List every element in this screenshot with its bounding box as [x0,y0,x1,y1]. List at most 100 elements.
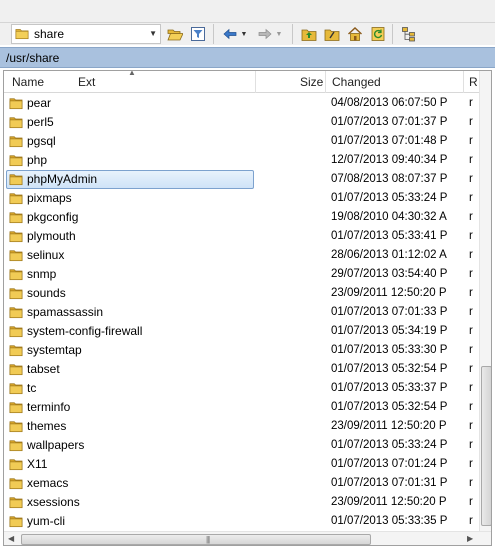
back-button[interactable] [220,24,240,44]
scroll-left-icon[interactable]: ◀ [8,534,14,543]
file-rights: r [469,515,473,527]
open-folder-button[interactable] [165,24,185,44]
toolbar: share ▼ ▼ ▼ [0,0,495,45]
folder-icon [9,382,23,398]
home-button[interactable] [345,24,365,44]
root-directory-button[interactable] [322,24,342,44]
chevron-down-icon[interactable]: ▼ [149,29,157,38]
file-rights: r [469,268,473,280]
file-changed: 01/07/2013 07:01:24 P [331,458,448,470]
file-changed: 01/07/2013 07:01:37 P [331,116,448,128]
file-row[interactable]: snmp 29/07/2013 03:54:40 P r [4,265,479,284]
arrow-left-icon [223,28,237,40]
file-rights: r [469,439,473,451]
file-row[interactable]: selinux 28/06/2013 01:12:02 A r [4,246,479,265]
file-changed: 01/07/2013 07:01:31 P [331,477,448,489]
column-size[interactable]: Size [300,71,323,93]
file-row[interactable]: system-config-firewall 01/07/2013 05:34:1… [4,322,479,341]
forward-history-dropdown[interactable]: ▼ [273,24,285,44]
parent-directory-button[interactable] [299,24,319,44]
location-value: share [34,27,65,41]
file-name: xemacs [27,476,69,490]
folder-icon [9,268,23,284]
tree-view-button[interactable] [399,24,419,44]
arrow-right-icon [258,28,272,40]
file-row[interactable]: plymouth 01/07/2013 05:33:41 P r [4,227,479,246]
file-row[interactable]: php 12/07/2013 09:40:34 P r [4,151,479,170]
path-bar[interactable]: /usr/share [0,47,495,68]
file-row[interactable]: pear 04/08/2013 06:07:50 P r [4,94,479,113]
folder-icon [9,173,23,189]
file-row[interactable]: phpMyAdmin 07/08/2013 08:07:37 P r [4,170,479,189]
folder-icon [9,458,23,474]
scroll-right-icon[interactable]: ▶ [467,534,473,543]
column-divider[interactable] [255,71,256,93]
file-name: phpMyAdmin [27,172,98,186]
file-rights: r [469,192,473,204]
forward-button[interactable] [255,24,275,44]
folder-icon [9,135,23,151]
refresh-button[interactable] [368,24,388,44]
folder-icon [9,230,23,246]
toolbar-separator [392,24,393,44]
column-changed[interactable]: Changed [332,71,381,93]
toolbar-separator [213,24,214,44]
file-row[interactable]: xemacs 01/07/2013 07:01:31 P r [4,474,479,493]
file-rights: r [469,458,473,470]
file-row[interactable]: systemtap 01/07/2013 05:33:30 P r [4,341,479,360]
file-changed: 01/07/2013 05:33:24 P [331,192,448,204]
file-rows: pear 04/08/2013 06:07:50 P r perl5 01/07/201… [4,94,479,531]
column-ext[interactable]: Ext [78,71,95,93]
file-changed: 29/07/2013 03:54:40 P [331,268,448,280]
column-divider[interactable] [325,71,326,93]
toolbar-divider [0,22,495,23]
file-list[interactable]: Name ▲ Ext Size Changed R pear 04/08/2013… [3,70,492,546]
folder-icon [9,249,23,265]
folder-icon [9,211,23,227]
horizontal-scrollbar[interactable]: ◀ ||| ▶ [4,531,491,545]
file-name: wallpapers [27,438,85,452]
file-name: pear [27,96,52,110]
folder-icon [9,154,23,170]
back-history-dropdown[interactable]: ▼ [238,24,250,44]
column-header: Name ▲ Ext Size Changed R [4,71,479,93]
file-row[interactable]: pixmaps 01/07/2013 05:33:24 P r [4,189,479,208]
file-row[interactable]: yum-cli 01/07/2013 05:33:35 P r [4,512,479,531]
file-name: sounds [27,286,66,300]
file-row[interactable]: sounds 23/09/2011 12:50:20 P r [4,284,479,303]
file-row[interactable]: tc 01/07/2013 05:33:37 P r [4,379,479,398]
column-divider[interactable] [463,71,464,93]
file-name: pixmaps [27,191,72,205]
file-row[interactable]: X11 01/07/2013 07:01:24 P r [4,455,479,474]
column-rights[interactable]: R [469,71,478,93]
folder-icon [9,477,23,493]
file-changed: 01/07/2013 05:33:30 P [331,344,448,356]
vertical-scrollbar[interactable] [479,71,491,533]
folder-icon [9,97,23,113]
file-rights: r [469,363,473,375]
column-name[interactable]: Name [12,71,44,93]
vertical-scroll-thumb[interactable] [481,366,491,526]
folder-icon [9,116,23,132]
file-row[interactable]: pkgconfig 19/08/2010 04:30:32 A r [4,208,479,227]
parent-folder-icon [301,29,317,41]
horizontal-scroll-thumb[interactable]: ||| [21,534,371,545]
file-row[interactable]: perl5 01/07/2013 07:01:37 P r [4,113,479,132]
file-row[interactable]: xsessions 23/09/2011 12:50:20 P r [4,493,479,512]
file-row[interactable]: wallpapers 01/07/2013 05:33:24 P r [4,436,479,455]
file-row[interactable]: pgsql 01/07/2013 07:01:48 P r [4,132,479,151]
file-changed: 07/08/2013 08:07:37 P [331,173,448,185]
file-row[interactable]: spamassassin 01/07/2013 07:01:33 P r [4,303,479,322]
file-name-cell[interactable] [6,379,254,398]
file-name: pgsql [27,134,56,148]
file-row[interactable]: terminfo 01/07/2013 05:32:54 P r [4,398,479,417]
folder-icon [9,325,23,341]
location-combo[interactable]: share ▼ [11,24,161,44]
folder-icon [9,306,23,322]
file-row[interactable]: tabset 01/07/2013 05:32:54 P r [4,360,479,379]
file-row[interactable]: themes 23/09/2011 12:50:20 P r [4,417,479,436]
file-rights: r [469,249,473,261]
filter-button[interactable] [188,24,208,44]
file-changed: 04/08/2013 06:07:50 P [331,97,448,109]
file-name: spamassassin [27,305,104,319]
